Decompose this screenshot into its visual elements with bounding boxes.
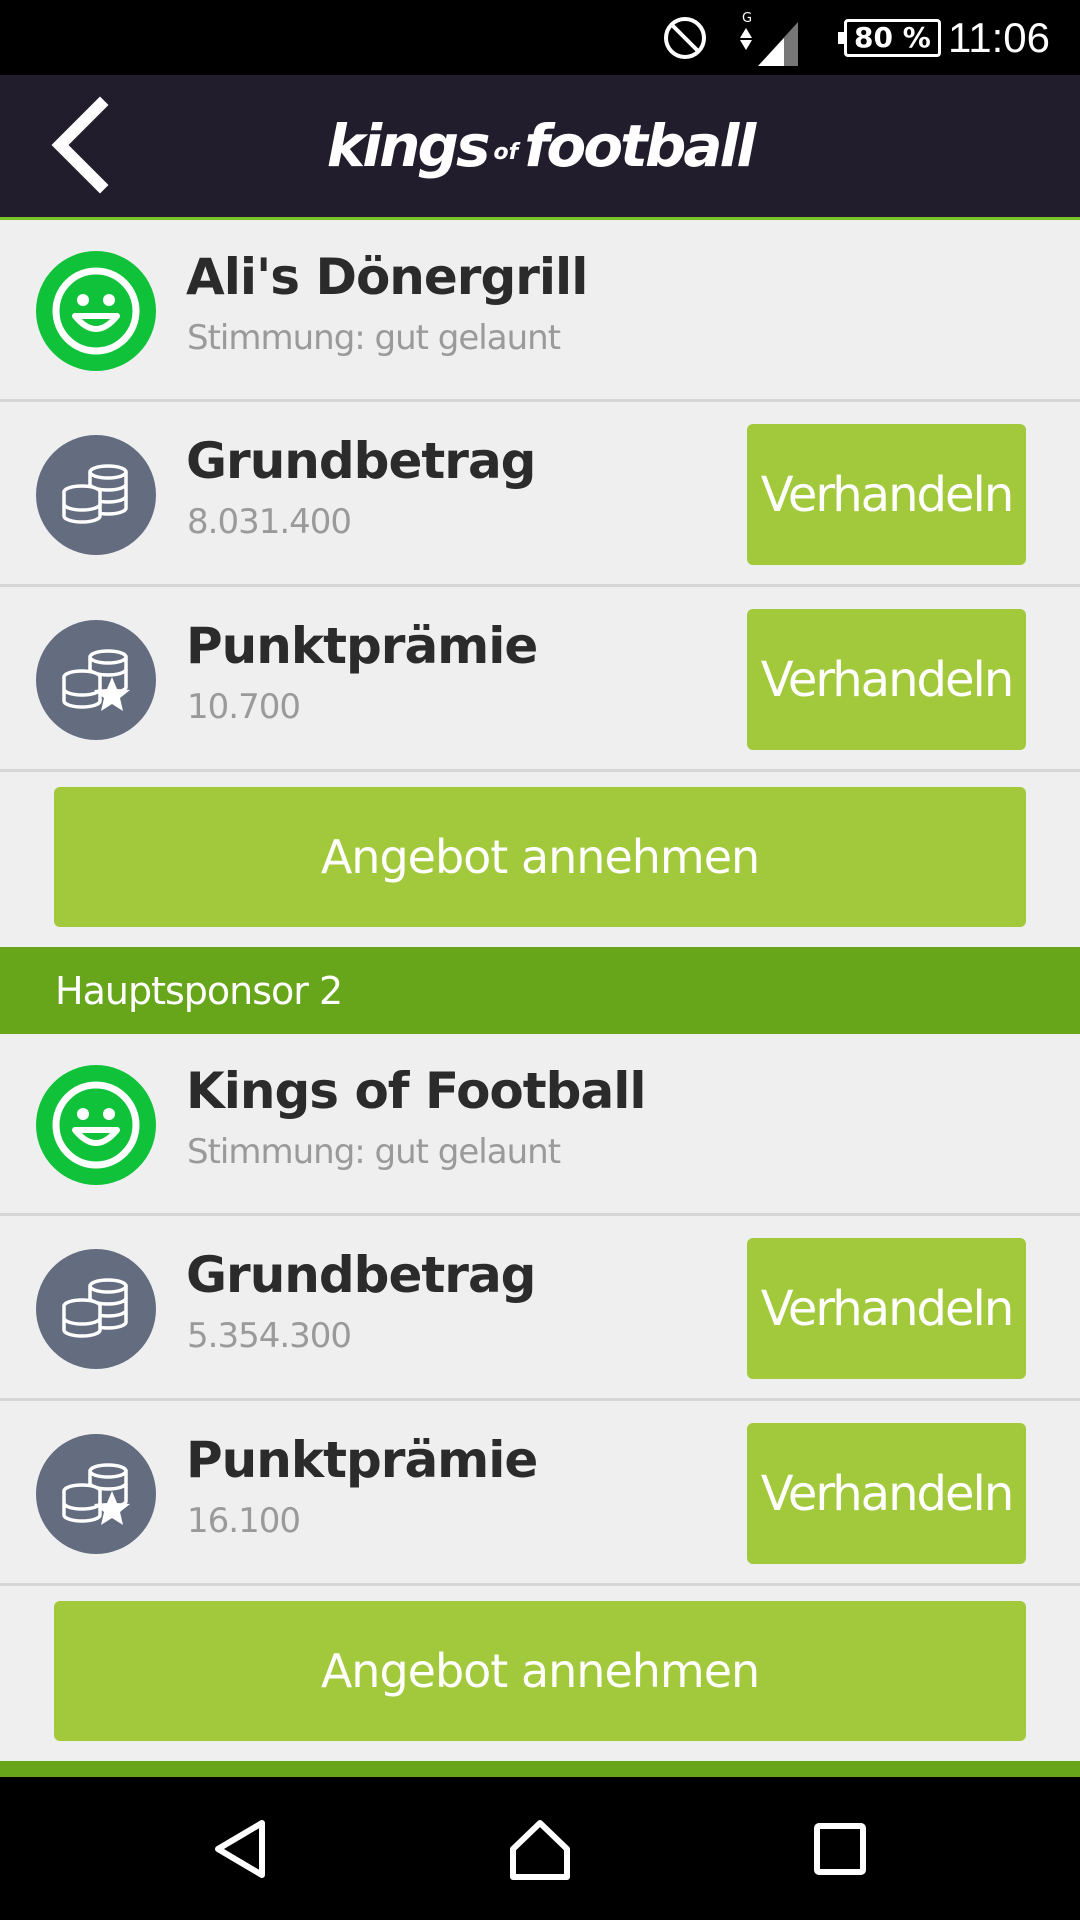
sponsor-mood: Stimmung: gut gelaunt: [187, 1132, 561, 1172]
point-bonus-label: Punktprämie: [186, 1431, 538, 1489]
happy-face-icon: [36, 1065, 156, 1185]
nav-home-button[interactable]: [490, 1799, 590, 1899]
battery-level: 80 %: [854, 21, 931, 54]
chevron-left-icon: [51, 96, 109, 194]
base-amount-value: 8.031.400: [187, 502, 352, 542]
sponsor-list[interactable]: Ali's Dönergrill Stimmung: gut gelaunt G…: [0, 220, 1080, 1777]
negotiate-button[interactable]: Verhandeln: [747, 1423, 1026, 1564]
next-section-header: [0, 1761, 1080, 1777]
sponsor-row: Ali's Dönergrill Stimmung: gut gelaunt: [0, 220, 1080, 402]
dnd-icon: [662, 0, 708, 75]
coins-star-icon: [36, 620, 156, 740]
sponsor-row: Kings of Football Stimmung: gut gelaunt: [0, 1034, 1080, 1216]
happy-face-icon: [36, 251, 156, 371]
negotiate-button[interactable]: Verhandeln: [747, 609, 1026, 750]
back-button[interactable]: [30, 95, 130, 195]
nav-home-icon: [510, 1820, 570, 1880]
coins-icon: [36, 435, 156, 555]
status-bar: G 80 % 11:06: [0, 0, 1080, 75]
app-header: kings of football: [0, 75, 1080, 220]
base-amount-label: Grundbetrag: [186, 432, 536, 490]
accept-container: Angebot annehmen: [0, 1586, 1080, 1761]
nav-recent-button[interactable]: [790, 1799, 890, 1899]
signal-icon: G: [740, 0, 800, 75]
battery-icon: 80 %: [838, 0, 941, 75]
point-bonus-row: Punktprämie 16.100 Verhandeln: [0, 1401, 1080, 1586]
brand-logo: kings of football: [0, 75, 1080, 217]
point-bonus-value: 16.100: [187, 1501, 301, 1541]
nav-back-icon: [215, 1820, 265, 1878]
point-bonus-label: Punktprämie: [186, 617, 538, 675]
brand-part-kings: kings: [326, 112, 491, 180]
section-header: Hauptsponsor 2: [0, 947, 1080, 1034]
navigation-bar: [0, 1777, 1080, 1920]
base-amount-value: 5.354.300: [187, 1316, 352, 1356]
sponsor-mood: Stimmung: gut gelaunt: [187, 318, 561, 358]
sponsor-name: Ali's Dönergrill: [186, 248, 588, 306]
brand-part-football: football: [524, 112, 756, 180]
accept-offer-button[interactable]: Angebot annehmen: [54, 1601, 1026, 1741]
point-bonus-value: 10.700: [187, 687, 301, 727]
clock: 11:06: [948, 13, 1050, 61]
sponsor-name: Kings of Football: [186, 1062, 646, 1120]
negotiate-button[interactable]: Verhandeln: [747, 424, 1026, 565]
base-amount-row: Grundbetrag 5.354.300 Verhandeln: [0, 1216, 1080, 1401]
brand-part-of: of: [493, 139, 519, 165]
nav-recent-icon: [814, 1823, 866, 1875]
accept-container: Angebot annehmen: [0, 772, 1080, 947]
accept-offer-button[interactable]: Angebot annehmen: [54, 787, 1026, 927]
coins-star-icon: [36, 1434, 156, 1554]
nav-back-button[interactable]: [190, 1799, 290, 1899]
coins-icon: [36, 1249, 156, 1369]
base-amount-label: Grundbetrag: [186, 1246, 536, 1304]
base-amount-row: Grundbetrag 8.031.400 Verhandeln: [0, 402, 1080, 587]
negotiate-button[interactable]: Verhandeln: [747, 1238, 1026, 1379]
network-type-label: G: [742, 11, 752, 26]
point-bonus-row: Punktprämie 10.700 Verhandeln: [0, 587, 1080, 772]
